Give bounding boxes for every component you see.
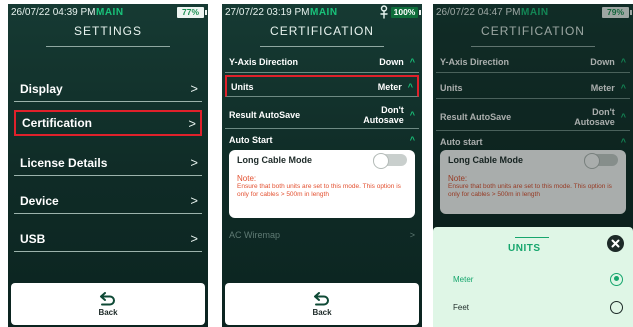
menu-item-license-details[interactable]: License Details > <box>14 150 202 176</box>
chevron-right-icon: > <box>190 155 198 170</box>
usb-icon <box>380 5 388 19</box>
long-cable-mode-card: Long Cable Mode Note: Ensure that both u… <box>229 150 415 218</box>
chevron-right-icon: > <box>188 115 196 131</box>
close-icon[interactable] <box>607 235 624 252</box>
setting-units[interactable]: Units Meter ^ <box>225 75 419 97</box>
title-divider <box>46 46 170 47</box>
setting-value: Meter <box>377 81 402 92</box>
certification-screen: 27/07/22 03:19 PM MAIN 100% CERTIFICATIO… <box>222 4 422 327</box>
setting-label: Units <box>231 81 254 92</box>
chevron-right-icon: > <box>190 81 198 96</box>
menu-item-display[interactable]: Display > <box>14 76 202 102</box>
menu-item-certification[interactable]: Certification > <box>14 110 202 136</box>
menu-item-label: Device <box>20 193 59 208</box>
setting-y-axis-direction[interactable]: Y-Axis Direction Down ^ <box>225 51 419 73</box>
unit-option-feet[interactable]: Feet <box>453 297 623 317</box>
title-divider <box>260 46 384 47</box>
page-title: CERTIFICATION <box>270 24 374 38</box>
radio-selected[interactable] <box>610 272 623 286</box>
status-mode: MAIN <box>310 7 338 18</box>
battery-indicator: 77% <box>177 7 207 18</box>
page-title: SETTINGS <box>73 24 142 38</box>
chevron-right-icon: > <box>409 230 415 240</box>
status-time: 27/07/22 03:19 PM <box>225 7 310 18</box>
back-label: Back <box>312 307 332 317</box>
chevron-up-icon: ^ <box>409 109 415 120</box>
menu-item-label: License Details <box>20 155 108 170</box>
status-time: 26/07/22 04:39 PM <box>11 7 96 18</box>
unit-option-label: Meter <box>453 274 474 284</box>
menu-item-label: Display <box>20 81 63 96</box>
chevron-right-icon: > <box>190 193 198 208</box>
chevron-up-icon: ^ <box>409 56 415 67</box>
menu-item-usb[interactable]: USB > <box>14 226 202 252</box>
setting-value: Don't Autosave <box>363 104 404 125</box>
sheet-title-divider <box>515 237 549 238</box>
back-button[interactable]: Back <box>225 283 419 325</box>
back-label: Back <box>98 307 118 317</box>
back-arrow-icon <box>100 291 115 305</box>
battery-indicator: 100% <box>391 7 421 18</box>
setting-label: Y-Axis Direction <box>229 56 299 67</box>
unit-option-meter[interactable]: Meter <box>453 269 623 289</box>
menu-item-device[interactable]: Device > <box>14 188 202 214</box>
menu-item-label: Certification <box>22 116 93 130</box>
unit-option-label: Feet <box>453 302 470 312</box>
sheet-title: UNITS <box>508 243 541 254</box>
status-bar: 26/07/22 04:39 PM MAIN 77% <box>8 4 208 21</box>
certification-units-screen: 26/07/22 04:47 PM MAIN 79% CERTIFICATION… <box>433 4 633 327</box>
chevron-up-icon: ^ <box>409 135 415 145</box>
setting-ac-wiremap[interactable]: AC Wiremap > <box>225 224 419 246</box>
note-title: Note: <box>237 174 257 183</box>
note-body: Ensure that both units are set to this m… <box>237 183 401 198</box>
setting-value: Down <box>379 56 404 67</box>
chevron-right-icon: > <box>190 231 198 246</box>
status-bar: 27/07/22 03:19 PM MAIN 100% <box>222 4 422 21</box>
units-bottom-sheet: UNITS Meter Feet <box>433 227 633 327</box>
setting-label: AC Wiremap <box>229 230 281 240</box>
back-arrow-icon <box>314 291 329 305</box>
long-cable-mode-label: Long Cable Mode <box>237 155 312 165</box>
long-cable-mode-toggle[interactable] <box>373 153 407 169</box>
setting-label: Auto Start <box>229 135 273 145</box>
radio-unselected[interactable] <box>610 300 623 314</box>
setting-result-autosave[interactable]: Result AutoSave Don't Autosave ^ <box>225 101 419 129</box>
chevron-up-icon: ^ <box>407 81 413 92</box>
menu-item-label: USB <box>20 231 46 246</box>
setting-label: Result AutoSave <box>229 109 301 120</box>
settings-screen: 26/07/22 04:39 PM MAIN 77% SETTINGS Disp… <box>8 4 208 327</box>
status-mode: MAIN <box>96 7 124 18</box>
back-button[interactable]: Back <box>11 283 205 325</box>
setting-auto-start[interactable]: Auto Start ^ <box>225 129 419 151</box>
